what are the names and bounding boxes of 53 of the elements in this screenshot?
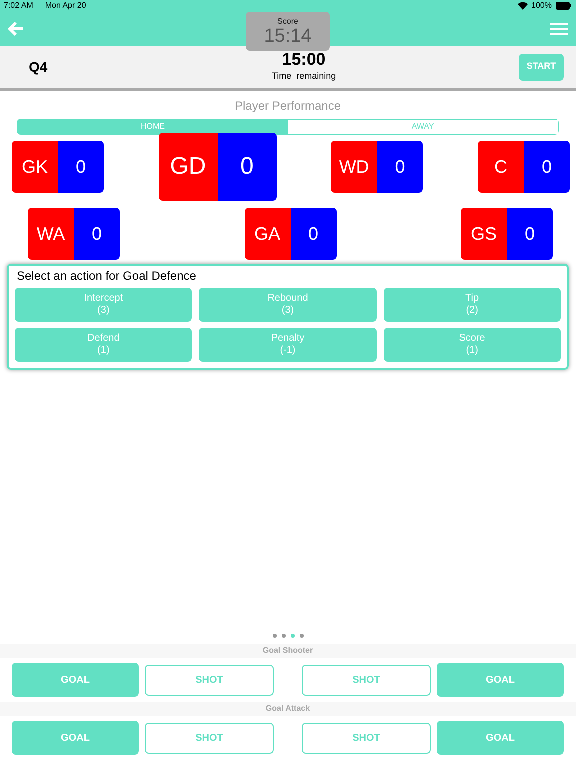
status-time: 7:02 AM xyxy=(4,0,34,12)
shot-button[interactable]: SHOT xyxy=(302,664,431,696)
player-count: 0 xyxy=(218,133,277,201)
shot-button[interactable]: SHOT xyxy=(302,722,431,754)
player-count: 0 xyxy=(58,141,104,193)
goal-button[interactable]: GOAL xyxy=(437,721,564,755)
battery-icon xyxy=(556,2,572,10)
player-card[interactable]: GD 0 xyxy=(158,133,277,201)
player-card[interactable]: GK 0 xyxy=(12,141,104,193)
position-label: WD xyxy=(331,141,378,193)
section-title: Player Performance xyxy=(234,98,342,115)
section-header: Goal Shooter xyxy=(0,644,576,658)
quarter-label: Q4 xyxy=(29,58,49,77)
player-card[interactable]: WA 0 xyxy=(28,208,120,260)
action-panel-title: Select an action for Goal Defence xyxy=(17,268,198,285)
score-value: 15:14 xyxy=(264,27,312,47)
clock-label: Time remaining xyxy=(272,70,336,84)
action-button[interactable]: Tip (2) xyxy=(384,288,561,322)
action-button[interactable]: Rebound (3) xyxy=(199,288,377,322)
goal-button[interactable]: GOAL xyxy=(12,663,139,697)
position-label: GS xyxy=(461,208,507,260)
wifi-icon xyxy=(518,2,528,10)
player-count: 0 xyxy=(524,141,570,193)
goal-button[interactable]: GOAL xyxy=(12,721,139,755)
player-count: 0 xyxy=(74,208,120,260)
position-label: WA xyxy=(28,208,74,260)
score-label: Score xyxy=(278,17,298,27)
shot-button[interactable]: SHOT xyxy=(145,664,274,696)
player-card[interactable]: GS 0 xyxy=(461,208,553,260)
action-button[interactable]: Defend (1) xyxy=(15,328,192,362)
section-header: Goal Attack xyxy=(0,702,576,716)
battery-percent: 100% xyxy=(532,0,552,12)
position-label: GK xyxy=(12,141,58,193)
player-count: 0 xyxy=(377,141,424,193)
position-label: C xyxy=(478,141,524,193)
menu-icon[interactable] xyxy=(550,23,568,35)
status-date: Mon Apr 20 xyxy=(45,0,86,12)
player-count: 0 xyxy=(290,208,336,260)
start-button[interactable]: START xyxy=(519,54,564,80)
position-label: GA xyxy=(244,208,290,260)
action-button[interactable]: Score (1) xyxy=(384,328,561,362)
player-card[interactable]: GA 0 xyxy=(244,208,336,260)
team-tab[interactable]: HOME xyxy=(18,120,288,134)
action-button[interactable]: Penalty (-1) xyxy=(199,328,377,362)
player-card[interactable]: C 0 xyxy=(478,141,570,193)
clock-time: 15:00 xyxy=(282,50,326,70)
goal-button[interactable]: GOAL xyxy=(437,663,564,697)
shot-button[interactable]: SHOT xyxy=(145,722,274,754)
position-label: GD xyxy=(158,133,218,201)
player-card[interactable]: WD 0 xyxy=(331,141,424,193)
back-arrow-icon[interactable] xyxy=(8,22,24,36)
player-count: 0 xyxy=(507,208,553,260)
action-button[interactable]: Intercept (3) xyxy=(15,288,192,322)
